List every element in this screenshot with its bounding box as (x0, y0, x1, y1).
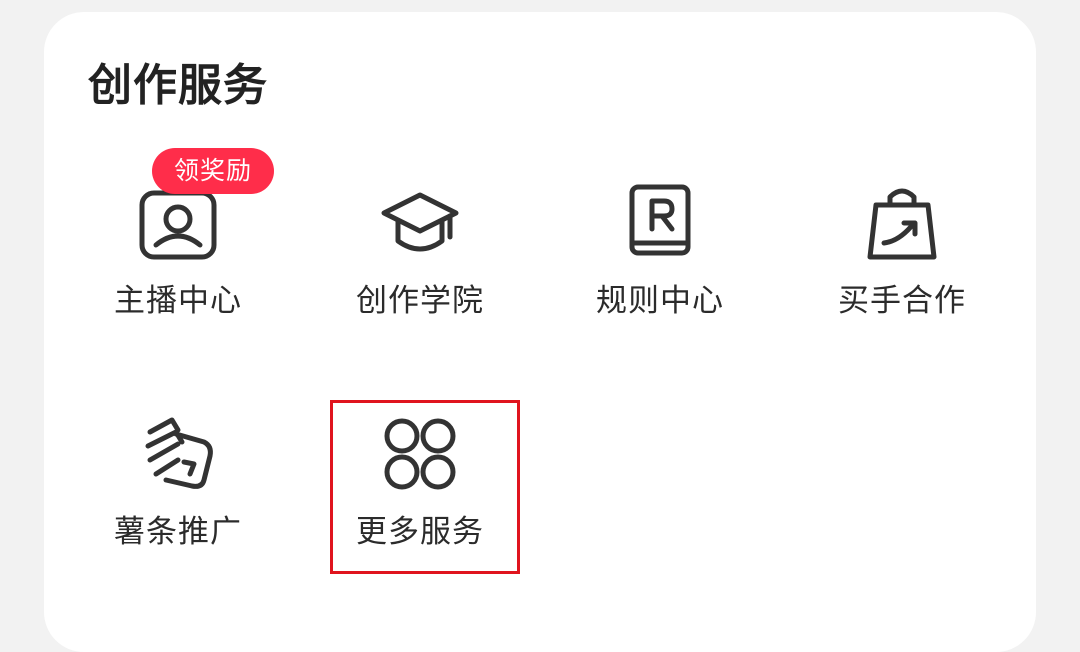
service-label: 薯条推广 (114, 514, 242, 550)
service-fries-promotion[interactable]: 薯条推广 (78, 414, 278, 604)
service-buyer-cooperation[interactable]: 买手合作 (802, 183, 1002, 373)
reward-badge[interactable]: 领奖励 (152, 148, 274, 194)
service-label: 买手合作 (838, 283, 966, 319)
service-label: 创作学院 (356, 283, 484, 319)
service-creator-academy[interactable]: 创作学院 (320, 183, 520, 373)
service-more-services[interactable]: 更多服务 (320, 414, 520, 604)
section-title: 创作服务 (88, 60, 268, 111)
anchor-center-icon (138, 183, 218, 263)
service-label: 更多服务 (356, 514, 484, 550)
service-label: 主播中心 (114, 283, 242, 319)
graduation-cap-icon (380, 183, 460, 263)
rulebook-icon (620, 183, 700, 263)
more-services-icon (380, 414, 460, 494)
fries-promotion-icon (138, 414, 218, 494)
shopping-bag-icon (862, 183, 942, 263)
service-label: 规则中心 (596, 283, 724, 319)
service-anchor-center[interactable]: 主播中心 (78, 183, 278, 373)
service-rule-center[interactable]: 规则中心 (560, 183, 760, 373)
